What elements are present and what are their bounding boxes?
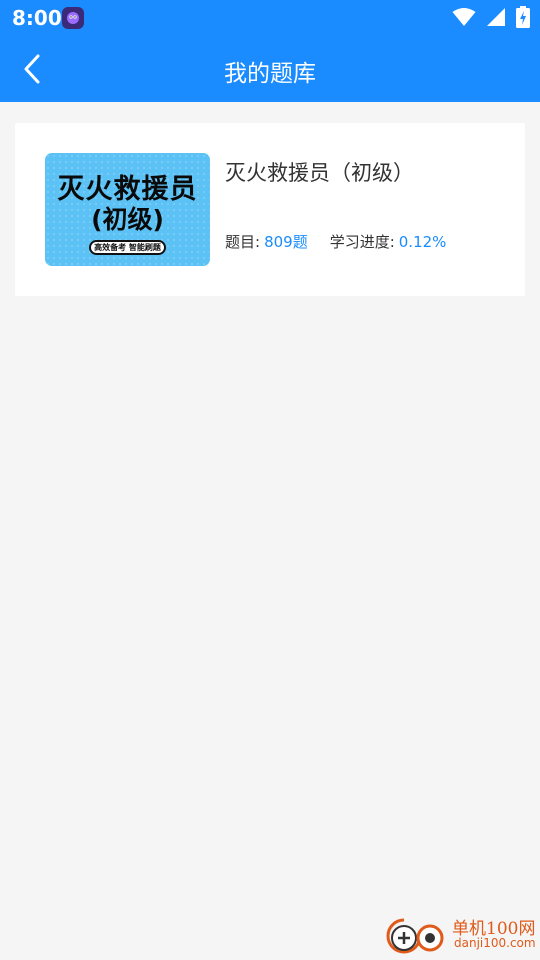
signal-icon [486, 7, 506, 31]
bank-stats: 题目: 809题 学习进度: 0.12% [225, 231, 446, 252]
cover-tag: 高效备考 智能刷题 [89, 240, 166, 255]
battery-charging-icon [516, 6, 530, 32]
bank-cover-image: 灭火救援员 (初级) 高效备考 智能刷题 [45, 153, 210, 266]
watermark: 单机100网 danji100.com [386, 910, 536, 958]
status-time: 8:00 [12, 6, 62, 30]
status-bar: 8:00 [0, 0, 540, 36]
questions-value: 809题 [264, 233, 308, 251]
progress-label: 学习进度: [329, 233, 395, 251]
watermark-url: danji100.com [454, 936, 536, 950]
app-header: 我的题库 [0, 36, 540, 102]
progress-value: 0.12% [398, 232, 447, 251]
watermark-logo-icon [386, 918, 444, 954]
questions-label: 题目: [225, 233, 261, 251]
page-title: 我的题库 [224, 61, 316, 87]
bank-title: 灭火救援员（初级） [225, 161, 414, 185]
wifi-icon [452, 7, 476, 31]
cover-subtitle: (初级) [91, 205, 164, 234]
app-notification-icon [62, 7, 84, 29]
question-bank-card[interactable]: 灭火救援员 (初级) 高效备考 智能刷题 灭火救援员（初级） 题目: 809题 … [15, 123, 525, 296]
